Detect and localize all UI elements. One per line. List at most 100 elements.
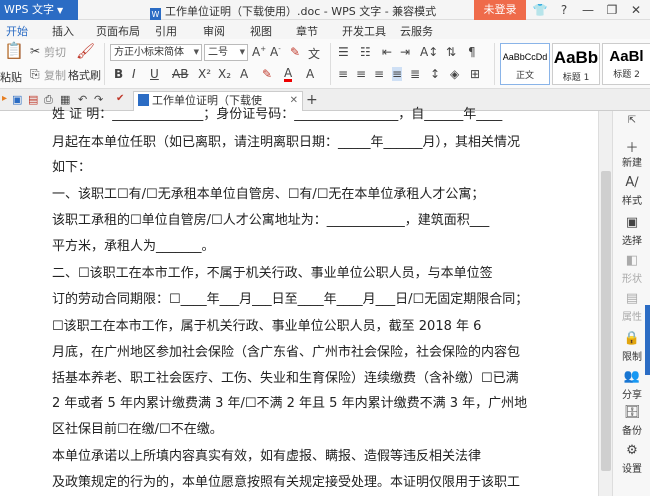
style-label: 标题 1	[562, 73, 590, 83]
pinyin-icon[interactable]: 文	[308, 45, 320, 62]
menu-bar: 开始 插入 页面布局 引用 审阅 视图 章节 开发工具 云服务	[0, 20, 650, 42]
tab-insert[interactable]: 插入	[52, 23, 74, 39]
borders-icon[interactable]: ⊞	[470, 67, 480, 81]
paste-icon[interactable]: 📋	[4, 41, 24, 60]
numbered-list-icon[interactable]: ☷	[360, 45, 371, 59]
panel-new[interactable]: ＋ 新建	[613, 137, 650, 169]
format-painter-button[interactable]: 格式刷	[68, 67, 101, 83]
minimize-icon[interactable]: —	[580, 2, 596, 18]
panel-select[interactable]: ▣ 选择	[613, 215, 650, 247]
clear-format-icon[interactable]: ✎	[290, 45, 300, 59]
format-painter-icon[interactable]: 🖌	[76, 42, 95, 60]
text-effect-icon[interactable]: A	[240, 67, 248, 81]
vertical-scrollbar[interactable]	[598, 111, 612, 496]
chevron-down-icon: ▼	[193, 48, 199, 56]
align-right-icon[interactable]: ≡	[374, 67, 384, 81]
help-icon[interactable]: ?	[556, 2, 572, 18]
tab-page-layout[interactable]: 页面布局	[96, 23, 140, 39]
font-size-select[interactable]: 二号 ▼	[204, 44, 248, 61]
cut-button[interactable]: 剪切	[44, 44, 66, 60]
subscript-icon[interactable]: X₂	[218, 67, 231, 81]
panel-settings[interactable]: ⚙ 设置	[613, 443, 650, 475]
panel-label: 选择	[622, 236, 642, 247]
wps-app-menu-button[interactable]: WPS 文字 ▼	[0, 0, 78, 20]
panel-label: 新建	[622, 158, 642, 169]
shading-icon[interactable]: ◈	[450, 67, 459, 81]
bold-icon[interactable]: B	[114, 67, 123, 81]
sort-icon[interactable]: ⇅	[446, 45, 456, 59]
panel-collapse-handle[interactable]	[645, 305, 650, 375]
show-marks-icon[interactable]: ¶	[468, 45, 476, 59]
shape-icon: ◧	[625, 253, 639, 268]
document-line: ☐该职工在本市工作，属于机关行政、事业单位公职人员，截至 2018 年 6	[52, 319, 482, 334]
tab-review[interactable]: 审阅	[203, 23, 225, 39]
document-line: 括基本养老、职工社会医疗、工伤、失业和生育保险）连续缴费（含补缴）☐已满	[52, 371, 519, 386]
increase-indent-icon[interactable]: ⇥	[400, 45, 410, 59]
style-preview: AaBl	[609, 48, 644, 65]
skin-icon[interactable]: 👕	[532, 2, 548, 18]
panel-top-arrows[interactable]: ⇱	[613, 115, 650, 131]
ribbon-divider	[104, 43, 105, 85]
grow-font-icon[interactable]: A+	[252, 45, 266, 59]
tab-developer[interactable]: 开发工具	[342, 23, 386, 39]
chinese-layout-icon[interactable]: A↕	[420, 45, 438, 59]
ribbon-divider	[494, 43, 495, 85]
font-size-value: 二号	[208, 47, 228, 58]
paste-button[interactable]: 粘贴	[0, 69, 22, 85]
style-preview: AaBb	[553, 48, 599, 67]
copy-button[interactable]: 复制	[44, 67, 66, 83]
chevron-down-icon: ▼	[239, 48, 245, 56]
document-line: 月起在本单位任职（如已离职，请注明离职日期：_____年______月），其相关…	[52, 135, 521, 150]
document-line: 如下：	[52, 160, 92, 175]
tab-cloud[interactable]: 云服务	[400, 23, 433, 39]
right-task-panel: ⇱ ＋新建 A∕ 样式 ▣ 选择 ◧ 形状 ▤ 属性 🔒 限制 👥 分享 🗄 备份 ⚙ 设置	[612, 111, 650, 496]
new-doc-icon[interactable]: ▸	[2, 93, 7, 104]
chevron-down-icon: ▼	[57, 6, 64, 15]
backup-icon: 🗄	[623, 405, 641, 420]
export-pdf-icon[interactable]: ▤	[28, 93, 38, 106]
panel-label: 形状	[622, 274, 642, 285]
style-label: 正文	[515, 71, 534, 81]
tab-references[interactable]: 引用	[155, 23, 177, 39]
style-normal[interactable]: AaBbCcDd 正文	[500, 43, 550, 85]
tab-view[interactable]: 视图	[250, 23, 272, 39]
document-line: 姓 证 明：______________；身份证号码：_____________…	[52, 107, 503, 122]
superscript-icon[interactable]: X²	[198, 67, 211, 81]
panel-backup[interactable]: 🗄 备份	[613, 405, 650, 437]
align-center-icon[interactable]: ≡	[356, 67, 366, 81]
highlight-icon[interactable]: ✎	[262, 67, 272, 81]
underline-icon[interactable]: U	[150, 67, 159, 81]
font-color-icon[interactable]: A	[284, 67, 293, 82]
style-preview: AaBbCcDd	[502, 52, 548, 62]
decrease-indent-icon[interactable]: ⇤	[382, 45, 392, 59]
italic-icon[interactable]: I	[132, 67, 136, 81]
scrollbar-thumb[interactable]	[601, 171, 611, 471]
justify-icon[interactable]: ≡	[392, 67, 403, 81]
line-spacing-icon[interactable]: ↕	[430, 67, 440, 81]
document-line: 月底，在广州地区参加社会保险（含广东省、广州市社会保险，社会保险的内容包	[52, 345, 521, 360]
copy-icon[interactable]: ⎘	[30, 67, 40, 82]
document-page[interactable]: 姓 证 明：______________；身份证号码：_____________…	[0, 107, 598, 496]
window-title: W 工作单位证明（下载使用）.doc - WPS 文字 - 兼容模式	[150, 3, 436, 21]
style-heading-2[interactable]: AaBl 标题 2	[602, 43, 650, 85]
strikethrough-icon[interactable]: AB	[172, 67, 188, 81]
shrink-font-icon[interactable]: A-	[270, 45, 281, 59]
panel-label: 备份	[622, 426, 642, 437]
scissors-icon[interactable]: ✂	[30, 44, 40, 58]
distributed-icon[interactable]: ≣	[410, 67, 420, 81]
font-name-select[interactable]: 方正小标宋简体 ▼	[110, 44, 202, 61]
panel-style[interactable]: A∕ 样式	[613, 175, 650, 207]
ribbon-divider	[330, 43, 331, 85]
select-icon: ▣	[625, 215, 639, 230]
save-icon[interactable]: ▣	[12, 93, 22, 106]
tab-section[interactable]: 章节	[296, 23, 318, 39]
align-left-icon[interactable]: ≡	[338, 67, 348, 81]
bullet-list-icon[interactable]: ☰	[338, 45, 349, 59]
document-line: 一、该职工☐有/☐无承租本单位自管房、☐有/☐无在本单位承租人才公寓；	[52, 187, 485, 202]
style-heading-1[interactable]: AaBb 标题 1	[552, 43, 600, 85]
char-border-icon[interactable]: A	[306, 67, 314, 81]
panel-shape[interactable]: ◧ 形状	[613, 253, 650, 285]
close-icon[interactable]: ✕	[628, 2, 644, 18]
restore-icon[interactable]: ❐	[604, 2, 620, 18]
login-button[interactable]: 未登录	[474, 0, 526, 20]
